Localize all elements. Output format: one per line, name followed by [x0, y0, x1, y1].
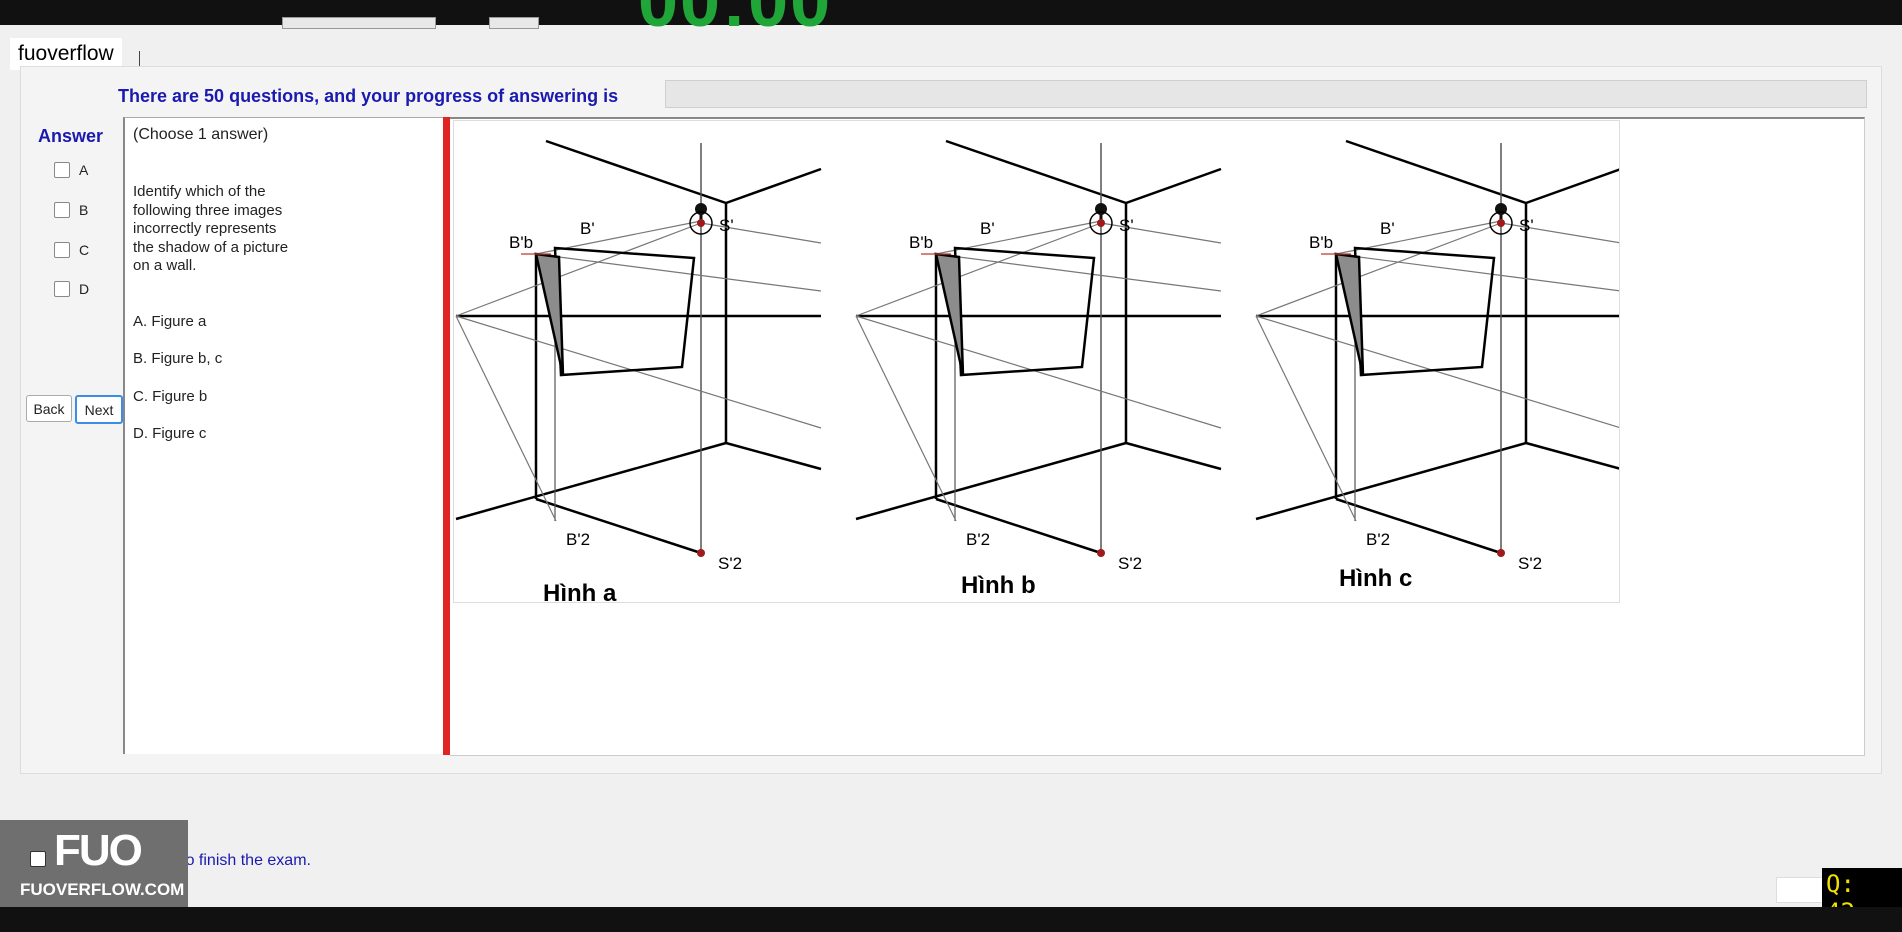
answer-option-b[interactable]: B — [54, 202, 88, 218]
finish-exam-checkbox[interactable] — [30, 851, 46, 867]
figure-caption: Hình c — [1339, 565, 1412, 592]
label-s: S' — [1119, 216, 1134, 235]
checkbox[interactable] — [54, 242, 70, 258]
label-b: B' — [980, 219, 995, 238]
choice-d: D. Figure c — [133, 425, 207, 442]
watermark-logo-text: FUO — [54, 826, 143, 875]
checkbox[interactable] — [54, 281, 70, 297]
small-field — [1776, 877, 1826, 903]
choice-a: A. Figure a — [133, 313, 207, 330]
label-s2: S'2 — [1118, 554, 1142, 573]
answer-option-c[interactable]: C — [54, 242, 89, 258]
label-s: S' — [1519, 216, 1534, 235]
question-figure: B'b B' S' B'2 S'2 Hình a B'b B' S' B'2 S… — [453, 120, 1623, 607]
figure-c: B'b B' S' B'2 S'2 Hình c — [1254, 139, 1623, 592]
answer-option-label: B — [79, 202, 89, 218]
next-button[interactable]: Next — [75, 395, 123, 424]
figure-caption: Hình a — [543, 580, 617, 602]
label-b2: B'2 — [966, 530, 990, 549]
label-b2: B'2 — [566, 530, 590, 549]
label-b: B' — [1380, 219, 1395, 238]
figure-a: B'b B' S' B'2 S'2 Hình a — [454, 139, 823, 607]
figure-caption: Hình b — [961, 572, 1036, 599]
figure-b: B'b B' S' B'2 S'2 Hình b — [854, 139, 1223, 599]
top-combo[interactable] — [282, 17, 436, 29]
answer-option-label: D — [79, 281, 90, 297]
answer-option-d[interactable]: D — [54, 281, 89, 297]
label-bb: B'b — [909, 233, 933, 252]
progress-label: There are 50 questions, and your progres… — [118, 86, 619, 106]
question-text: Identify which of the following three im… — [133, 183, 289, 274]
label-b: B' — [580, 219, 595, 238]
bottom-bar — [0, 907, 1902, 932]
back-button[interactable]: Back — [26, 395, 72, 422]
progress-bar — [665, 80, 1867, 108]
answer-option-a[interactable]: A — [54, 162, 88, 178]
checkbox[interactable] — [54, 202, 70, 218]
label-s2: S'2 — [718, 554, 742, 573]
label-bb: B'b — [509, 233, 533, 252]
exam-timer: 00:00 — [638, 0, 833, 42]
choice-b: B. Figure b, c — [133, 350, 223, 367]
label-s: S' — [719, 216, 734, 235]
pane-splitter[interactable] — [443, 117, 450, 755]
choice-c: C. Figure b — [133, 388, 208, 405]
label-b2: B'2 — [1366, 530, 1390, 549]
answer-option-label: A — [79, 162, 89, 178]
answer-title: Answer — [38, 126, 104, 146]
top-spinner[interactable] — [489, 17, 539, 29]
watermark-site: FUOVERFLOW.COM — [20, 880, 185, 899]
label-s2: S'2 — [1518, 554, 1542, 573]
choose-instruction: (Choose 1 answer) — [133, 126, 269, 143]
checkbox[interactable] — [54, 162, 70, 178]
answer-option-label: C — [79, 242, 90, 258]
perspective-diagram: B'b B' S' B'2 S'2 Hình a B'b B' S' B'2 S… — [454, 139, 1623, 607]
label-bb: B'b — [1309, 233, 1333, 252]
